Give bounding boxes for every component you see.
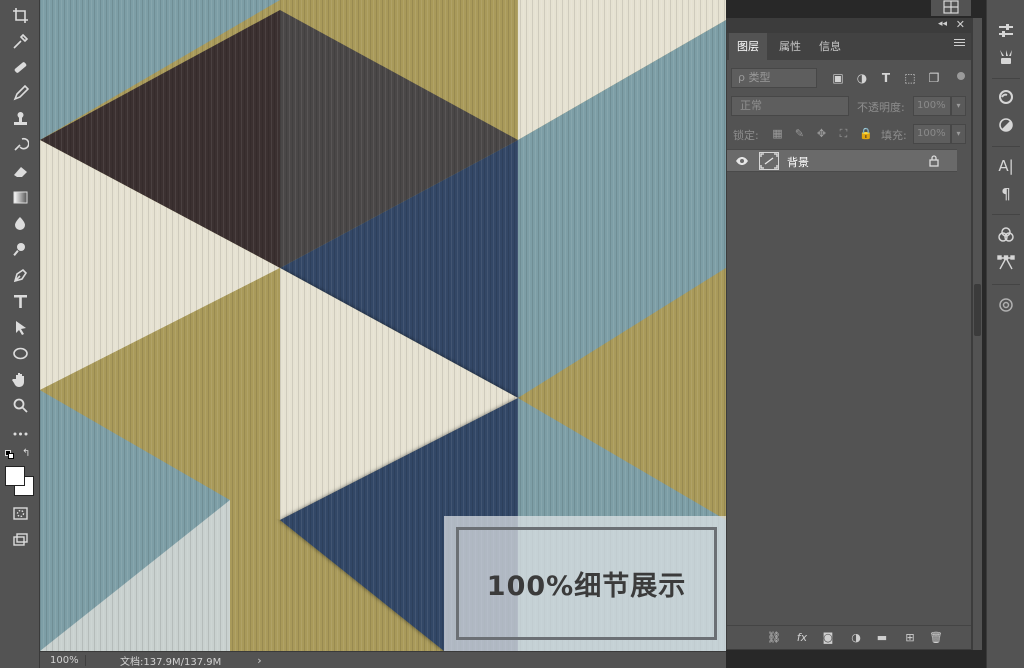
ellipse-icon[interactable] <box>8 342 32 364</box>
path-selection-icon[interactable] <box>8 316 32 338</box>
paths-icon[interactable] <box>996 254 1016 274</box>
link-layers-icon[interactable]: ⛓ <box>767 631 781 645</box>
fill-field[interactable]: 100% <box>913 124 951 144</box>
lock-row: 锁定: ▦ ✎ ✥ ⛶ 🔒 填充: 100% ▾ <box>727 123 971 145</box>
lock-all-icon[interactable]: 🔒 <box>859 127 873 140</box>
blend-row: 正常 不透明度: 100% ▾ <box>727 95 971 117</box>
hand-icon[interactable] <box>8 368 32 390</box>
tab-info[interactable]: 信息 <box>811 33 849 60</box>
eraser-icon[interactable] <box>8 160 32 182</box>
paragraph-icon[interactable]: ¶ <box>996 184 1016 204</box>
strip-separator <box>992 214 1020 215</box>
zoom-icon[interactable] <box>8 394 32 416</box>
filter-shape-icon[interactable]: ⬚ <box>903 71 917 85</box>
strip-separator <box>992 146 1020 147</box>
creative-cloud-icon[interactable] <box>996 88 1016 108</box>
channels-icon[interactable] <box>996 226 1016 246</box>
layer-filter-row: ρ 类型 ▣ ◑ T ⬚ ❐ <box>727 67 971 89</box>
collapse-panel-icon[interactable]: ◂◂ <box>938 19 947 29</box>
document-canvas[interactable]: 100%细节展示 <box>40 0 726 651</box>
default-colors-icon[interactable] <box>5 450 15 460</box>
panel-footer: ⛓ fx ◙ ◑ ▬ ⊞ 🗑 <box>727 625 971 649</box>
character-icon[interactable]: A| <box>996 156 1016 176</box>
add-mask-icon[interactable]: ◙ <box>821 631 835 645</box>
layer-name[interactable]: 背景 <box>787 154 809 170</box>
pen-icon[interactable] <box>8 264 32 286</box>
fill-dropdown-icon[interactable]: ▾ <box>951 124 966 144</box>
lock-transparent-pixels-icon[interactable]: ▦ <box>771 127 784 140</box>
scrollbar-thumb[interactable] <box>974 284 981 336</box>
status-bar: 100% 文档:137.9M/137.9M › <box>40 651 726 668</box>
strip-separator <box>992 78 1020 79</box>
history-brush-icon[interactable] <box>8 134 32 156</box>
panel-icon-strip: A| ¶ <box>986 0 1024 668</box>
quick-mask-icon[interactable] <box>8 502 32 524</box>
delete-layer-icon[interactable]: 🗑 <box>929 631 943 645</box>
healing-brush-icon[interactable] <box>8 56 32 78</box>
clone-stamp-icon[interactable] <box>8 108 32 130</box>
layers-panel: ◂◂ ✕ 图层 属性 信息 ρ 类型 ▣ ◑ T ⬚ ❐ 正常 不透明度: 10… <box>726 18 972 650</box>
visibility-eye-icon[interactable] <box>735 154 749 168</box>
eyedropper-icon[interactable] <box>8 30 32 52</box>
screen-mode-icon[interactable] <box>8 528 32 550</box>
panel-scrollbar[interactable] <box>972 18 982 650</box>
panel-title-bar[interactable]: ◂◂ ✕ <box>727 18 971 33</box>
brush-settings-icon[interactable] <box>996 48 1016 68</box>
type-icon[interactable] <box>8 290 32 312</box>
adjust-tools-icon[interactable] <box>996 22 1016 42</box>
new-group-icon[interactable]: ▬ <box>875 631 889 645</box>
tab-properties[interactable]: 属性 <box>771 33 809 60</box>
zoom-level-field[interactable]: 100% <box>40 654 86 666</box>
detail-caption: 100%细节展示 <box>486 571 687 602</box>
lock-image-pixels-icon[interactable]: ✎ <box>793 127 806 140</box>
filter-toggle-icon[interactable] <box>957 72 965 80</box>
layer-lock-icon[interactable] <box>928 154 940 168</box>
detail-frame: 100%细节展示 <box>456 527 717 640</box>
panel-menu-icon[interactable] <box>954 39 965 48</box>
fill-label: 填充: <box>881 129 907 142</box>
crop-icon[interactable] <box>8 4 32 26</box>
lock-artboard-icon[interactable]: ⛶ <box>837 127 850 140</box>
brush-icon[interactable] <box>8 82 32 104</box>
opacity-dropdown-icon[interactable]: ▾ <box>951 96 966 116</box>
gradient-icon[interactable] <box>8 186 32 208</box>
panel-tabs: 图层 属性 信息 <box>727 33 971 60</box>
swap-colors-icon[interactable]: ↰ <box>22 448 30 459</box>
filter-pixel-icon[interactable]: ▣ <box>831 71 845 85</box>
document-info: 文档:137.9M/137.9M <box>120 656 222 668</box>
layer-style-icon[interactable]: fx <box>795 631 809 645</box>
lock-label: 锁定: <box>733 129 759 142</box>
lock-position-icon[interactable]: ✥ <box>815 127 828 140</box>
foreground-color-swatch[interactable] <box>5 466 25 486</box>
more-tools-icon[interactable] <box>8 422 32 444</box>
filter-type-icon[interactable]: T <box>879 71 893 85</box>
adjustments-icon[interactable] <box>996 116 1016 136</box>
layer-thumbnail <box>759 152 779 170</box>
blend-mode-select[interactable]: 正常 <box>731 96 849 116</box>
layer-item[interactable]: 背景 <box>727 149 957 172</box>
filter-adjustment-icon[interactable]: ◑ <box>855 71 869 85</box>
new-adjustment-layer-icon[interactable]: ◑ <box>849 631 863 645</box>
blur-icon[interactable] <box>8 212 32 234</box>
close-panel-icon[interactable]: ✕ <box>956 18 965 31</box>
status-menu-arrow-icon[interactable]: › <box>257 654 261 667</box>
new-layer-icon[interactable]: ⊞ <box>903 631 917 645</box>
detail-overlay: 100%细节展示 <box>444 516 726 651</box>
filter-kind-select[interactable]: ρ 类型 <box>731 68 817 88</box>
dodge-icon[interactable] <box>8 238 32 260</box>
tab-layers[interactable]: 图层 <box>729 33 767 60</box>
filter-smart-object-icon[interactable]: ❐ <box>927 71 941 85</box>
properties-icon[interactable] <box>996 296 1016 316</box>
opacity-field[interactable]: 100% <box>913 96 951 116</box>
opacity-label: 不透明度: <box>857 101 905 114</box>
tools-toolbar: ↰ <box>0 0 40 668</box>
arrange-documents-icon[interactable] <box>931 0 971 16</box>
strip-separator <box>992 284 1020 285</box>
